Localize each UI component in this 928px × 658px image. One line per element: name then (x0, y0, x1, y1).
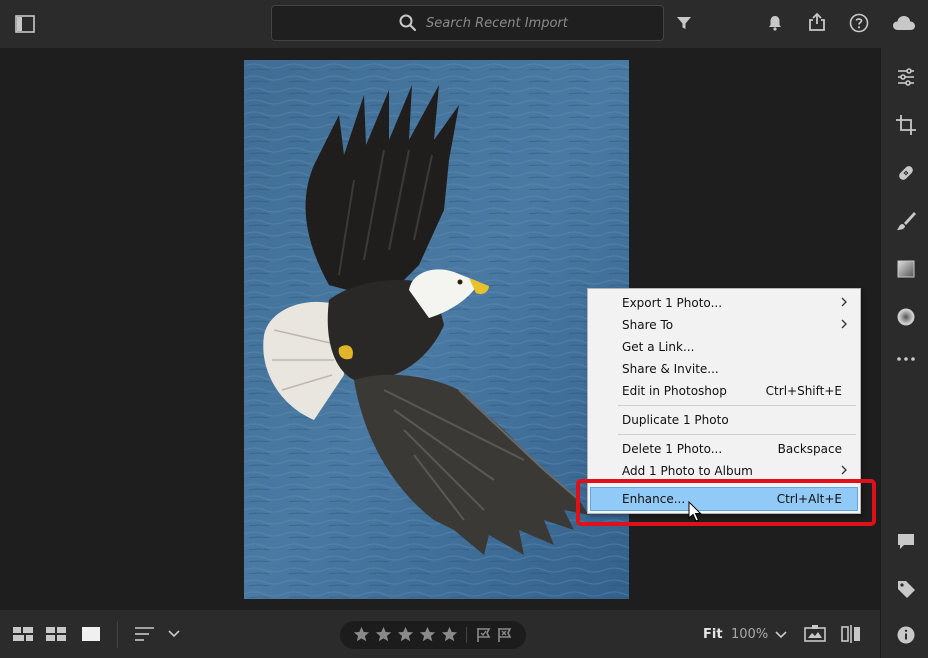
notification-bell-icon[interactable] (766, 14, 784, 32)
menu-item-label: Edit in Photoshop (622, 384, 727, 398)
submenu-arrow-icon (840, 295, 848, 309)
menu-item-get-link[interactable]: Get a Link... (590, 336, 858, 358)
star-rating-1-icon[interactable] (353, 626, 370, 643)
flag-reject-icon[interactable] (497, 627, 513, 643)
star-rating-2-icon[interactable] (375, 626, 392, 643)
detail-view-icon[interactable] (81, 626, 101, 642)
menu-item-label: Delete 1 Photo... (622, 442, 722, 456)
menu-item-export[interactable]: Export 1 Photo... (590, 292, 858, 314)
bottom-toolbar: Fit 100% (0, 610, 880, 658)
menu-item-label: Export 1 Photo... (622, 296, 722, 310)
healing-icon[interactable] (895, 162, 917, 184)
zoom-chevron-icon[interactable] (775, 629, 787, 641)
submenu-arrow-icon (840, 463, 848, 477)
flag-pick-icon[interactable] (476, 627, 492, 643)
edit-sliders-icon[interactable] (895, 66, 917, 88)
star-rating-3-icon[interactable] (397, 626, 414, 643)
compare-icon[interactable] (804, 625, 826, 643)
radial-gradient-icon[interactable] (895, 306, 917, 328)
menu-item-shortcut: Backspace (778, 442, 842, 456)
toolbar-divider (117, 622, 118, 648)
search-box[interactable] (271, 5, 664, 41)
menu-item-duplicate[interactable]: Duplicate 1 Photo (590, 409, 858, 431)
menu-item-label: Share To (622, 318, 673, 332)
menu-item-label: Share & Invite... (622, 362, 719, 376)
search-icon (399, 14, 417, 32)
more-icon[interactable] (895, 348, 917, 370)
edit-side-panel (880, 48, 928, 658)
search-input[interactable] (426, 14, 646, 32)
menu-separator (618, 434, 856, 435)
star-rating-5-icon[interactable] (441, 626, 458, 643)
menu-item-shortcut: Ctrl+Shift+E (766, 384, 842, 398)
zoom-level-dropdown[interactable]: 100% (731, 627, 768, 642)
square-grid-icon[interactable] (46, 626, 66, 642)
menu-item-label: Add 1 Photo to Album (622, 464, 753, 478)
main-photo (244, 60, 629, 599)
annotation-highlight-box (576, 479, 876, 526)
mouse-cursor-icon (688, 501, 702, 523)
star-rating-4-icon[interactable] (419, 626, 436, 643)
menu-item-share-to[interactable]: Share To (590, 314, 858, 336)
chevron-down-icon[interactable] (168, 628, 180, 640)
help-icon[interactable] (849, 13, 869, 33)
tag-icon[interactable] (895, 578, 917, 600)
info-icon[interactable] (895, 624, 917, 646)
panel-toggle-icon[interactable] (14, 13, 36, 35)
menu-item-delete[interactable]: Delete 1 Photo... Backspace (590, 438, 858, 460)
sort-icon[interactable] (134, 626, 156, 642)
share-icon[interactable] (807, 12, 827, 32)
rating-divider (466, 627, 467, 643)
split-view-icon[interactable] (841, 625, 861, 643)
submenu-arrow-icon (840, 317, 848, 331)
menu-item-share-invite[interactable]: Share & Invite... (590, 358, 858, 380)
menu-item-label: Get a Link... (622, 340, 694, 354)
app-window: Export 1 Photo... Share To Get a Link...… (0, 0, 928, 658)
brush-icon[interactable] (895, 210, 917, 232)
linear-gradient-icon[interactable] (895, 258, 917, 280)
top-toolbar (0, 0, 928, 48)
menu-item-label: Duplicate 1 Photo (622, 413, 729, 427)
comment-icon[interactable] (895, 530, 917, 552)
crop-icon[interactable] (895, 114, 917, 136)
grid-view-icon[interactable] (13, 626, 33, 642)
menu-item-edit-photoshop[interactable]: Edit in Photoshop Ctrl+Shift+E (590, 380, 858, 402)
menu-separator (618, 405, 856, 406)
filter-icon[interactable] (675, 14, 693, 32)
rating-flag-bar (340, 621, 526, 649)
cloud-icon[interactable] (891, 13, 917, 33)
zoom-fit-button[interactable]: Fit (703, 627, 723, 642)
